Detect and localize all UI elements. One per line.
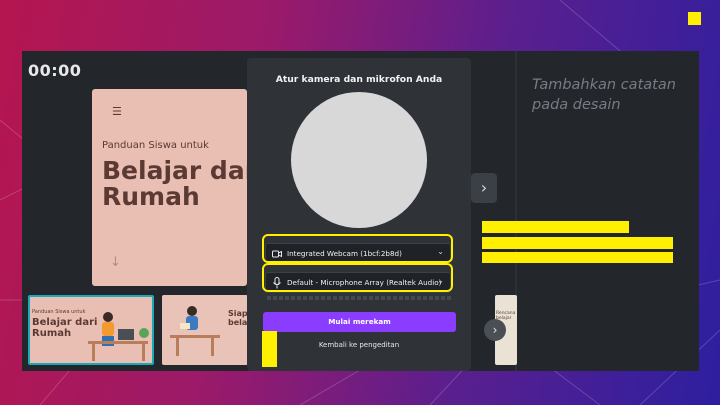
- slide-subtitle: Panduan Siswa untuk: [102, 140, 209, 151]
- thumbnail-subtitle: Panduan Siswa untuk: [32, 309, 86, 315]
- slide-title-line2: Rumah: [102, 182, 200, 211]
- next-slide-button[interactable]: ›: [471, 173, 497, 203]
- highlight-camera-select: [262, 234, 453, 263]
- microphone-level-meter: [267, 296, 451, 300]
- thumbnail-title-line2: belaja: [228, 318, 248, 327]
- editor-window: 00:00 ☰ Panduan Siswa untuk Belajar dari…: [22, 51, 699, 371]
- notes-input[interactable]: Tambahkan catatan pada desain: [532, 75, 692, 115]
- highlight-bar: [262, 331, 277, 367]
- recording-timer: 00:00: [28, 61, 82, 80]
- dialog-title: Atur kamera dan mikrofon Anda: [275, 74, 443, 85]
- chevron-right-icon: ›: [492, 323, 498, 337]
- recording-setup-dialog: Atur kamera dan mikrofon Anda Integrated…: [247, 58, 471, 371]
- thumbnail-title: Siapka belaja: [228, 309, 248, 327]
- slide-title-line1: Belajar dari: [102, 156, 247, 185]
- highlight-bar: [482, 252, 673, 263]
- highlight-bar: [482, 237, 673, 249]
- thumbnail-title-line1: Siapka: [228, 309, 248, 318]
- arrow-down-icon: ↓: [110, 255, 121, 270]
- highlight-bar: [482, 221, 629, 233]
- illustration-student-reading: [170, 306, 220, 356]
- thumbnail-slide-2[interactable]: Siapka belaja: [162, 295, 248, 365]
- thumbnail-slide-1[interactable]: Panduan Siswa untuk Belajar dari Rumah: [28, 295, 154, 365]
- start-recording-button[interactable]: Mulai merekam: [263, 312, 456, 332]
- camera-preview: [291, 92, 427, 228]
- highlight-microphone-select: [262, 263, 453, 292]
- yellow-marker: [688, 12, 701, 25]
- thumbnails-next-button[interactable]: ›: [484, 319, 506, 341]
- chevron-right-icon: ›: [480, 178, 488, 197]
- slide-title: Belajar dari Rumah: [102, 158, 247, 210]
- hamburger-icon: ☰: [112, 105, 122, 118]
- back-to-editing-link[interactable]: Kembali ke pengeditan: [247, 341, 471, 349]
- slide-canvas[interactable]: ☰ Panduan Siswa untuk Belajar dari Rumah…: [92, 89, 247, 286]
- illustration-student-desk: [88, 312, 149, 361]
